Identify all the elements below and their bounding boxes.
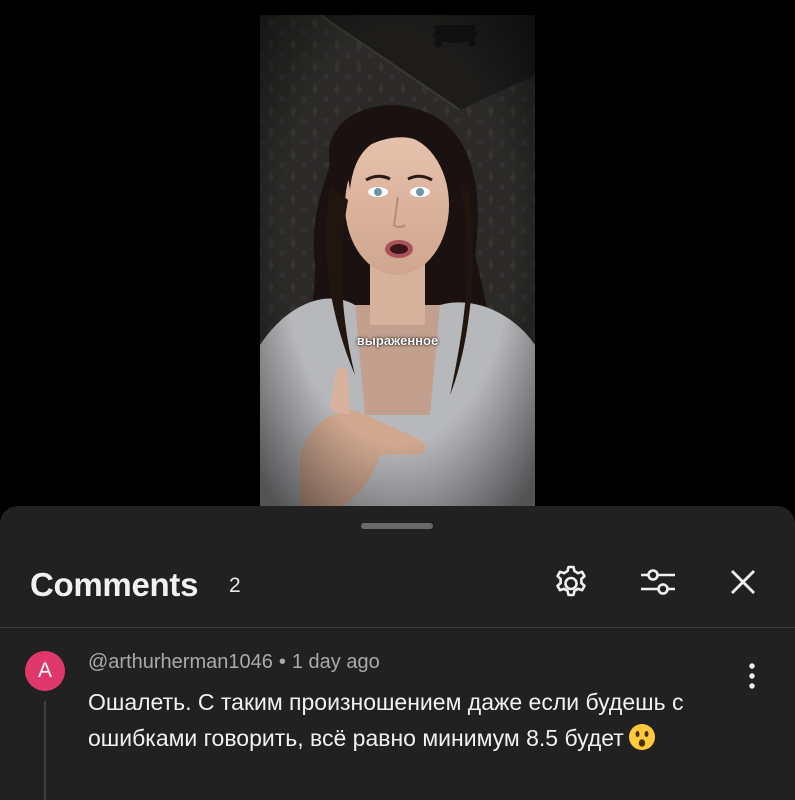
header-divider (0, 627, 795, 628)
video-frame-image (260, 15, 535, 508)
sliders-icon (641, 569, 675, 595)
comments-count: 2 (229, 574, 241, 597)
settings-button[interactable] (547, 558, 595, 606)
comment-meta: @arthurherman1046 • 1 day ago (88, 651, 380, 674)
comment-more-button[interactable] (736, 656, 768, 696)
gear-icon (556, 565, 586, 597)
thread-line (44, 701, 46, 800)
comment-text: Ошалеть. С таким произношением даже если… (88, 684, 728, 756)
drag-handle[interactable] (361, 523, 433, 529)
avatar[interactable]: A (25, 651, 65, 691)
comments-sheet: Comments 2 A @arthurherman1046 • 1 day a… (0, 506, 795, 800)
comment-body: Ошалеть. С таким произношением даже если… (88, 689, 684, 751)
filter-button[interactable] (634, 558, 682, 606)
shorts-screen: выраженное Comments 2 A @arthurherman104… (0, 0, 795, 800)
comment-time: 1 day ago (291, 651, 380, 673)
astonished-face-emoji (628, 724, 655, 750)
close-button[interactable] (719, 558, 767, 606)
more-vertical-icon (749, 663, 755, 689)
comments-title: Comments (30, 566, 199, 603)
close-icon (731, 570, 755, 594)
comment-author[interactable]: @arthurherman1046 (88, 651, 273, 673)
video-player[interactable]: выраженное (260, 15, 535, 508)
meta-separator: • (278, 651, 286, 673)
video-caption: выраженное (356, 333, 439, 348)
